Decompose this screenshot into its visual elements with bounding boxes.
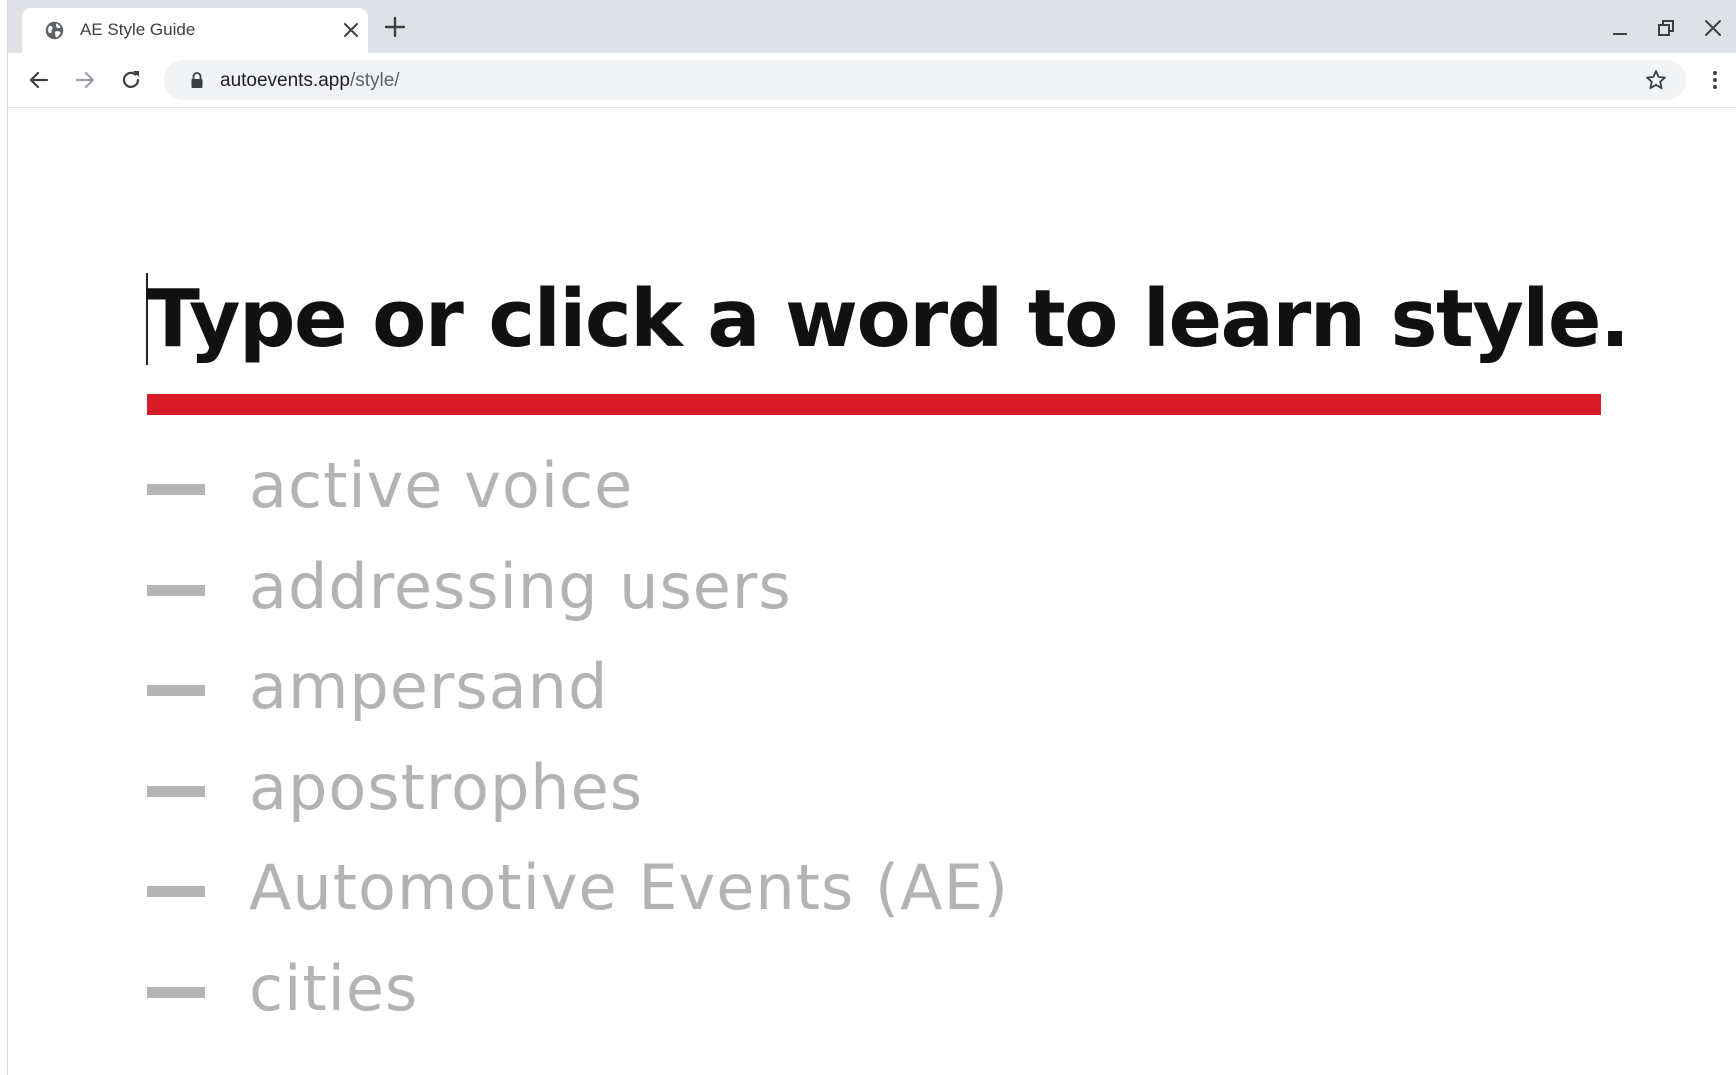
dash-icon [147, 886, 205, 897]
arrow-right-icon[interactable] [72, 67, 98, 93]
address-bar[interactable]: autoevents.app/style/ [164, 60, 1686, 100]
reload-icon[interactable] [118, 67, 144, 93]
term-label[interactable]: active voice [249, 448, 633, 524]
term-label[interactable]: apostrophes [249, 750, 643, 826]
term-label[interactable]: ampersand [249, 649, 608, 725]
lock-icon[interactable] [190, 71, 204, 89]
restore-icon[interactable] [1654, 16, 1678, 40]
arrow-left-icon[interactable] [26, 67, 52, 93]
browser-toolbar: autoevents.app/style/ [8, 53, 1736, 108]
plus-icon[interactable] [384, 16, 406, 38]
tab-strip: AE Style Guide [8, 0, 1736, 53]
dash-icon [147, 484, 205, 495]
minimize-icon[interactable] [1608, 16, 1632, 40]
url-text[interactable]: autoevents.app/style/ [220, 70, 400, 92]
term-label[interactable]: addressing users [249, 549, 792, 625]
page-content: Type or click a word to learn style. act… [8, 108, 1736, 1075]
term-label[interactable]: cities [249, 951, 418, 1027]
close-tab-icon[interactable] [342, 21, 360, 39]
page-heading[interactable]: Type or click a word to learn style. [146, 273, 1630, 365]
browser-window: AE Style Guide autoevents.app/style/ Typ… [0, 0, 1736, 1075]
dash-icon [147, 685, 205, 696]
url-host: autoevents.app [220, 70, 350, 91]
url-path: /style/ [349, 70, 400, 91]
term-label[interactable]: Automotive Events (AE) [249, 850, 1009, 926]
close-window-icon[interactable] [1701, 16, 1725, 40]
globe-icon [45, 21, 64, 40]
browser-tab[interactable]: AE Style Guide [22, 8, 368, 53]
kebab-menu-icon[interactable] [1702, 67, 1728, 93]
dash-icon [147, 785, 205, 797]
accent-divider [147, 394, 1601, 415]
star-icon[interactable] [1644, 68, 1668, 92]
dash-icon [147, 584, 205, 596]
tab-title: AE Style Guide [80, 20, 196, 39]
dash-icon [147, 986, 205, 998]
